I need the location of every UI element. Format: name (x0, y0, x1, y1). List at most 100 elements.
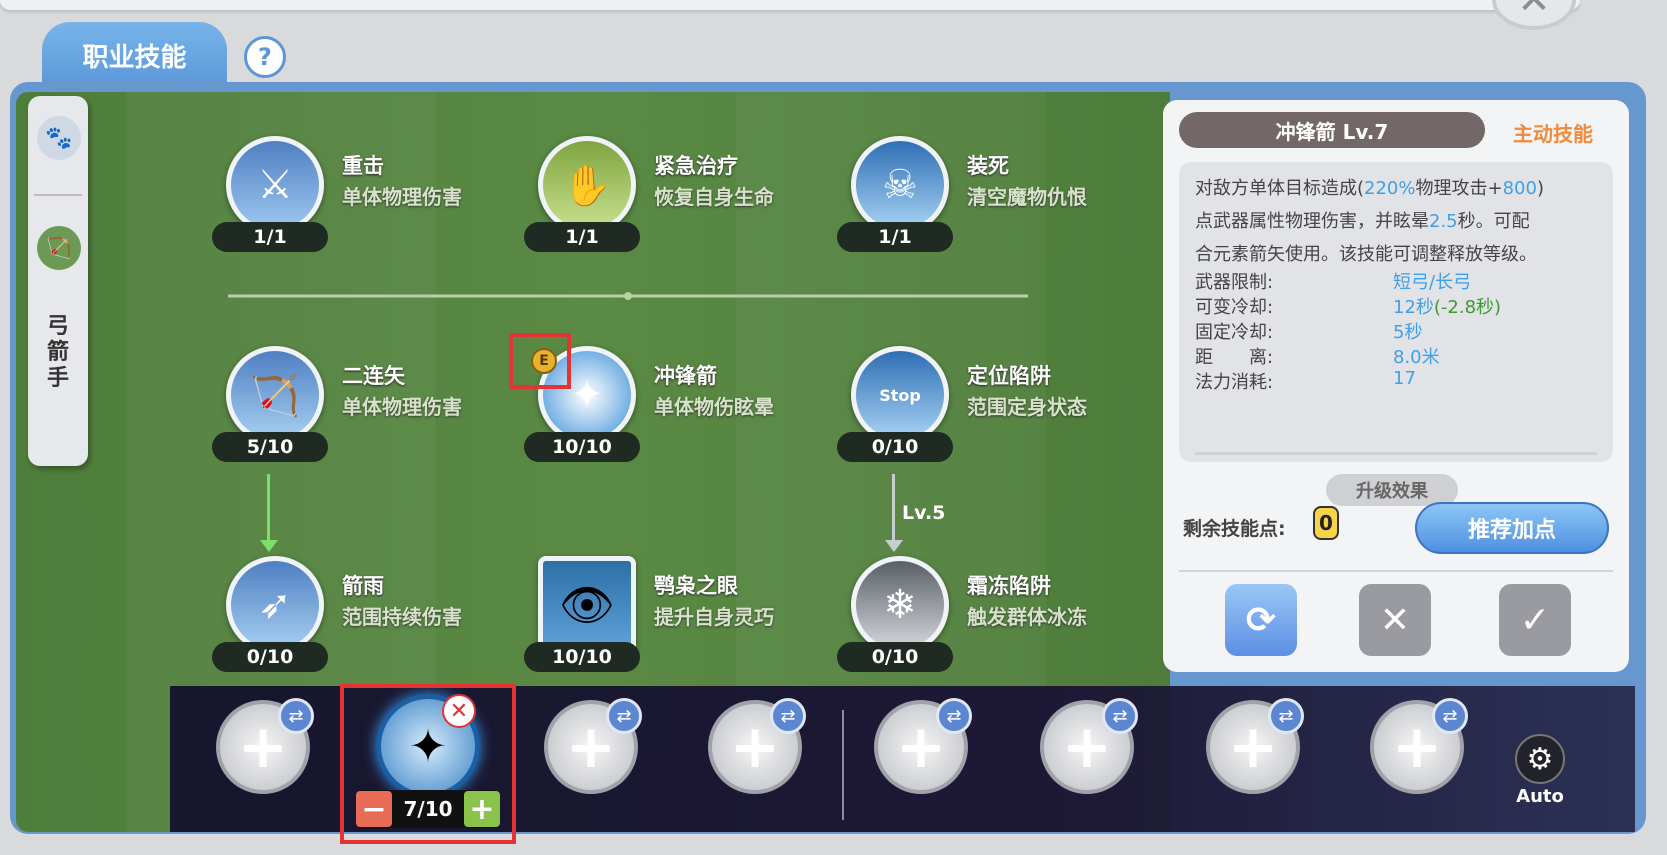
skill-level: 1/1 (837, 222, 953, 252)
skill-desc: 单体物理伤害 (342, 395, 462, 419)
confirm-button[interactable]: ✓ (1499, 584, 1571, 656)
skill-name: 霜冻陷阱 (967, 574, 1051, 598)
skill-level: 1/1 (212, 222, 328, 252)
stat-value: 17 (1393, 368, 1416, 389)
bow-icon[interactable]: 🏹 (37, 226, 81, 270)
cancel-button[interactable]: ✕ (1359, 584, 1431, 656)
auto-label: Auto (1516, 786, 1564, 807)
eye-icon: 👁 (538, 556, 636, 654)
skill-stats: 武器限制: 短弓/长弓 可变冷却: 12秒(-2.8秒) 固定冷却: 5秒 距 离: 8… (1195, 268, 1605, 393)
skill-name: 装死 (967, 154, 1009, 178)
desc-text: 物理攻击+ (1415, 178, 1503, 199)
skill-level: 0/10 (837, 432, 953, 462)
desc-highlight: 800 (1502, 178, 1537, 199)
skill-desc: 提升自身灵巧 (654, 605, 774, 629)
auto-button[interactable]: ⚙ Auto (1512, 734, 1568, 814)
scrollbar[interactable] (1195, 452, 1597, 455)
refresh-icon: ⟳ (1245, 599, 1277, 641)
swap-icon[interactable]: ⇄ (770, 698, 806, 734)
recommend-button[interactable]: 推荐加点 (1415, 502, 1609, 554)
close-icon: ✕ (1379, 599, 1411, 641)
close-button[interactable]: ✕ (1492, 0, 1576, 30)
sword-icon: ⚔ (226, 136, 324, 234)
stat-row: 法力消耗: 17 (1195, 368, 1605, 393)
skill-name: 二连矢 (342, 364, 405, 388)
stat-value: 12秒 (1393, 297, 1434, 318)
skill-detail-box: 对敌方单体目标造成(220%物理攻击+800) 点武器属性物理伤害，并眩晕2.5… (1179, 162, 1613, 506)
skill-type: 主动技能 (1513, 122, 1593, 146)
stat-key: 武器限制: (1195, 272, 1274, 293)
stat-row: 固定冷却: 5秒 (1195, 318, 1605, 343)
stat-value: 5秒 (1393, 322, 1423, 343)
reset-button[interactable]: ⟳ (1225, 584, 1297, 656)
skill-desc: 单体物理伤害 (342, 185, 462, 209)
desc-text: 秒。可配 (1457, 211, 1530, 232)
swap-icon[interactable]: ⇄ (606, 698, 642, 734)
skill-description: 对敌方单体目标造成(220%物理攻击+800) 点武器属性物理伤害，并眩晕2.5… (1195, 172, 1605, 271)
skill-desc: 范围定身状态 (967, 395, 1087, 419)
tab-job-skills[interactable]: 职业技能 (42, 22, 227, 88)
skill-level: 0/10 (837, 642, 953, 672)
swap-icon[interactable]: ⇄ (1432, 698, 1468, 734)
skill-detail-title: 冲锋箭 Lv.7 (1179, 112, 1485, 148)
tree-divider (228, 292, 1028, 300)
desc-highlight: 2.5 (1429, 211, 1458, 232)
skill-name: 冲锋箭 (654, 364, 717, 388)
skill-name: 紧急治疗 (654, 154, 738, 178)
stat-key: 距 离: (1195, 347, 1274, 368)
highlight-box (509, 333, 571, 389)
frost-trap-icon: ❄ (851, 556, 949, 654)
job-label-archer: 弓箭手 (46, 314, 69, 391)
skill-desc: 清空魔物仇恨 (967, 185, 1087, 209)
pet-icon[interactable]: 🐾 (37, 116, 81, 160)
stat-key: 固定冷却: (1195, 322, 1274, 343)
job-side-tabs: 🐾 🏹 弓箭手 (28, 96, 88, 466)
hand-icon: ✋ (538, 136, 636, 234)
skill-level: 0/10 (212, 642, 328, 672)
stat-key: 可变冷却: (1195, 297, 1274, 318)
skill-desc: 范围持续伤害 (342, 605, 462, 629)
skill-desc: 触发群体冰冻 (967, 605, 1087, 629)
arrow-rain-icon: ➶ (226, 556, 324, 654)
check-icon: ✓ (1519, 599, 1551, 641)
stat-value: 8.0米 (1393, 347, 1440, 368)
remaining-points-label: 剩余技能点: (1183, 518, 1286, 540)
skill-detail-panel: 冲锋箭 Lv.7 主动技能 对敌方单体目标造成(220%物理攻击+800) 点武… (1163, 100, 1629, 672)
swap-icon[interactable]: ⇄ (1102, 698, 1138, 734)
swap-icon[interactable]: ⇄ (936, 698, 972, 734)
desc-highlight: 220% (1364, 178, 1416, 199)
prereq-arrow (892, 474, 895, 550)
arrow-head (885, 540, 903, 552)
remaining-points-value: 0 (1313, 506, 1339, 540)
skill-name: 鹗枭之眼 (654, 574, 738, 598)
arrow-head (260, 540, 278, 552)
stat-row: 距 离: 8.0米 (1195, 343, 1605, 368)
skill-name: 重击 (342, 154, 384, 178)
stat-extra: (-2.8秒) (1433, 297, 1502, 318)
skill-level: 10/10 (524, 432, 640, 462)
close-icon: ✕ (1517, 0, 1551, 23)
hotbar-divider (842, 710, 844, 820)
gear-icon: ⚙ (1515, 734, 1565, 784)
desc-text: 合元素箭矢使用。该技能可调整释放等级。 (1195, 244, 1537, 265)
swap-icon[interactable]: ⇄ (1268, 698, 1304, 734)
swap-icon[interactable]: ⇄ (278, 698, 314, 734)
skill-level: 1/1 (524, 222, 640, 252)
help-button[interactable]: ? (244, 36, 286, 78)
skill-name: 定位陷阱 (967, 364, 1051, 388)
stat-row: 武器限制: 短弓/长弓 (1195, 268, 1605, 293)
highlight-box (340, 684, 516, 844)
divider (1179, 570, 1613, 572)
stop-trap-icon: Stop (851, 346, 949, 444)
top-bar (0, 0, 1580, 10)
desc-text: 点武器属性物理伤害，并眩晕 (1195, 211, 1429, 232)
skill-desc: 恢复自身生命 (654, 185, 774, 209)
prereq-arrow (267, 474, 270, 550)
stat-row: 可变冷却: 12秒(-2.8秒) (1195, 293, 1605, 318)
skill-desc: 单体物伤眩晕 (654, 395, 774, 419)
stat-value: 短弓/长弓 (1393, 272, 1472, 293)
double-arrow-icon: 🏹 (226, 346, 324, 444)
stat-key: 法力消耗: (1195, 372, 1274, 393)
desc-text: 对敌方单体目标造成( (1195, 178, 1365, 199)
skill-name: 箭雨 (342, 574, 384, 598)
